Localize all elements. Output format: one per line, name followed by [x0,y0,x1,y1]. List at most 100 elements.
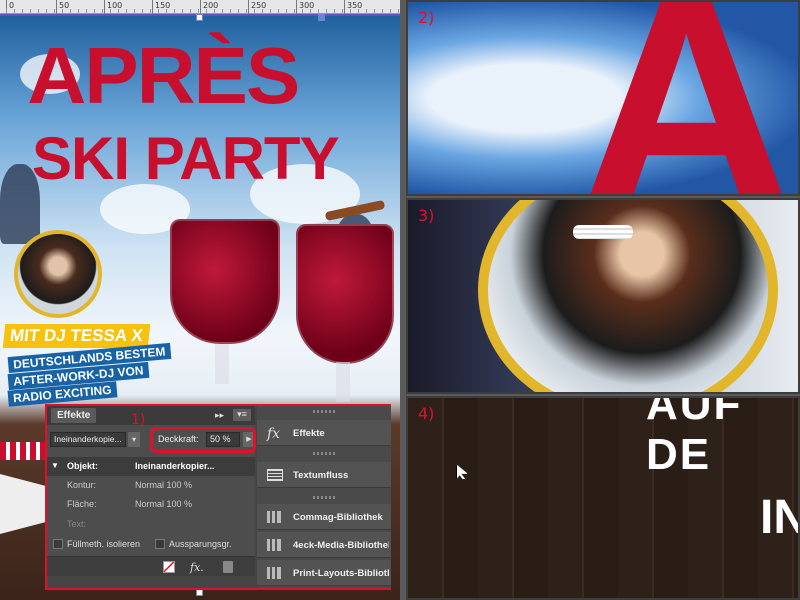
poster-title-line1[interactable]: APRÈS [27,36,300,116]
row-value: Ineinanderkopier... [135,461,215,471]
fx-icon[interactable]: fx. [190,561,204,574]
row-value: Normal 100 % [135,499,193,509]
effects-panel-header[interactable]: Effekte 1) ▸▸ ▾≡ [47,406,255,428]
ruler-minor-tick [262,9,263,13]
effects-panel[interactable]: Effekte 1) ▸▸ ▾≡ Ineinanderkopie... ▾ De… [45,404,391,590]
panel-label: 4) [418,404,435,423]
ruler-minor-tick [14,9,15,13]
row-fill[interactable]: Fläche: Normal 100 % [47,495,255,514]
dock-item-library[interactable]: Print-Layouts-Bibliothek [257,560,391,586]
tab-effects[interactable]: Effekte [51,408,97,423]
ruler-minor-tick [30,9,31,13]
ruler-minor-tick [62,9,63,13]
dock-item-library[interactable]: Commag-Bibliothek [257,504,391,530]
mulled-wine-glass [296,224,394,364]
ruler-minor-tick [126,9,127,13]
grip-icon[interactable] [313,452,337,455]
ruler-minor-tick [302,9,303,13]
dock-item-text-wrap[interactable]: Textumfluss [257,462,391,488]
isolate-blending-label: Füllmeth. isolieren [67,539,141,549]
checkered-stripe [0,442,46,460]
ruler-minor-tick [206,9,207,13]
ruler-label: 50 [59,1,70,10]
detail-panel-4: AUF DE IN 4) [406,396,800,600]
ruler-minor-tick [222,9,223,13]
ruler-minor-tick [198,9,199,13]
ruler-minor-tick [22,9,23,13]
ruler-minor-tick [374,9,375,13]
isolate-blending-checkbox[interactable] [53,539,63,549]
panel-menu-icon[interactable]: ▾≡ [233,409,251,421]
selection-handle[interactable] [196,589,203,596]
ruler-minor-tick [182,9,183,13]
ruler-minor-tick [118,9,119,13]
grip-icon[interactable] [313,410,337,413]
library-icon [267,567,281,579]
dock-item-label: 4eck-Media-Bibliothek [293,540,389,551]
ruler-minor-tick [86,9,87,13]
ruler-minor-tick [278,9,279,13]
ruler-minor-tick [238,9,239,13]
dock-item-label: Effekte [293,428,325,439]
ruler-minor-tick [390,9,391,13]
dock-item-label: Print-Layouts-Bibliothek [293,568,389,579]
ruler-minor-tick [358,9,359,13]
dj-photo-circle[interactable] [14,230,102,318]
glass-stem [215,344,229,384]
collapse-icon[interactable]: ▸▸ [215,410,224,421]
ruler-minor-tick [78,9,79,13]
panel-label: 2) [418,8,435,27]
effects-panel-body: Effekte 1) ▸▸ ▾≡ Ineinanderkopie... ▾ De… [47,406,256,576]
horizontal-ruler[interactable]: 0 50 100 150 200 250 300 350 [0,0,400,14]
row-stroke[interactable]: Kontur: Normal 100 % [47,476,255,495]
selection-handle[interactable] [318,14,325,21]
dock-item-effects[interactable]: fx Effekte [257,420,391,446]
ruler-minor-tick [334,9,335,13]
row-text[interactable]: Text: [47,515,255,534]
ruler-minor-tick [102,9,103,13]
disclosure-triangle-icon[interactable]: ▼ [51,461,59,470]
dock-item-library[interactable]: 4eck-Media-Bibliothek [257,532,391,558]
clear-effects-icon[interactable] [163,561,175,573]
step-label: 1) [131,412,146,428]
effects-panel-footer: fx. [47,556,255,576]
blend-mode-select[interactable]: Ineinanderkopie... [50,432,126,447]
ruler-minor-tick [110,9,111,13]
shutter-glasses [573,225,633,239]
row-key: Kontur: [67,480,97,490]
ruler-minor-tick [38,9,39,13]
ruler-minor-tick [342,9,343,13]
ruler-minor-tick [398,9,399,13]
panel-label: 3) [418,206,435,225]
ruler-minor-tick [310,9,311,13]
wood-text-bottom: IN [760,491,798,544]
big-letter: A [578,0,795,196]
ruler-minor-tick [246,9,247,13]
row-key: Text: [67,519,87,529]
detail-panel-3: 3) [406,198,800,394]
wood-text-top: AUF DE [646,396,743,479]
library-icon [267,539,281,551]
ruler-minor-tick [134,9,135,13]
ruler-minor-tick [230,9,231,13]
chevron-down-icon[interactable]: ▾ [128,432,140,447]
trash-icon[interactable] [223,561,233,573]
panel-dock-list: fx Effekte Textumfluss Commag-Bibliothek… [257,406,391,588]
ruler-minor-tick [46,9,47,13]
ruler-minor-tick [6,9,7,13]
text-wrap-icon [267,469,283,481]
row-object[interactable]: ▼ Objekt: Ineinanderkopier... [47,457,255,476]
selection-handle[interactable] [196,14,203,21]
poster-title-line2[interactable]: SKI PARTY [32,129,340,189]
library-icon [267,511,281,523]
opacity-highlight-box [150,427,256,453]
detail-panel-2: A 2) [406,0,800,196]
ruler-minor-tick [326,9,327,13]
knockout-group-checkbox[interactable] [155,539,165,549]
row-key: Fläche: [67,499,97,509]
ruler-minor-tick [350,9,351,13]
grip-icon[interactable] [313,496,337,499]
dj-banner[interactable]: MIT DJ TESSA X [2,324,150,348]
ruler-minor-tick [190,9,191,13]
ruler-minor-tick [150,9,151,13]
